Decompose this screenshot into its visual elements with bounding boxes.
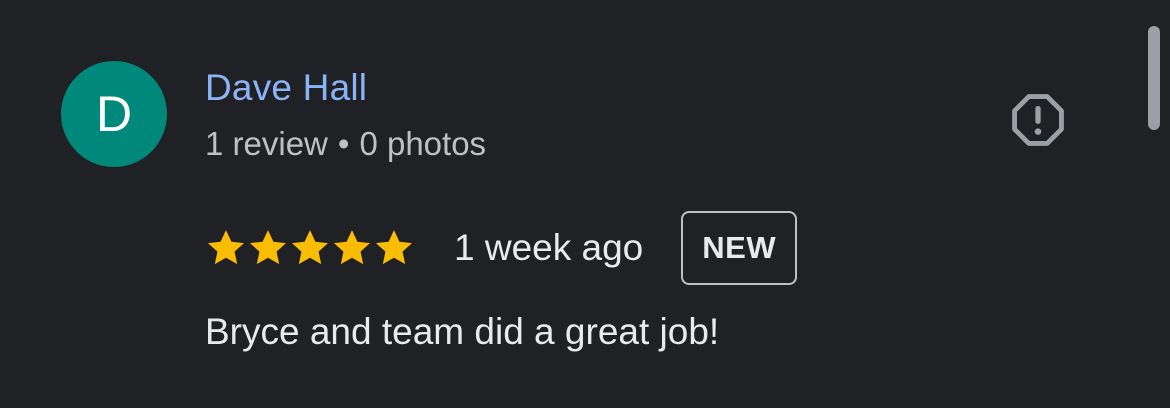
report-octagon-icon	[1012, 94, 1064, 146]
review-time: 1 week ago	[454, 227, 644, 268]
review-text: Bryce and team did a great job!	[205, 311, 720, 352]
star-rating	[205, 227, 415, 269]
avatar-letter: D	[95, 86, 133, 142]
report-button[interactable]	[1006, 88, 1070, 152]
meta-separator: •	[337, 125, 350, 162]
star-icon	[291, 230, 329, 265]
star-icon	[249, 230, 287, 265]
photo-count: 0 photos	[359, 125, 487, 162]
rating-row: 1 week ago NEW	[205, 211, 798, 285]
reviewer-meta: 1 review • 0 photos	[205, 122, 486, 166]
avatar[interactable]: D	[61, 61, 167, 167]
star-icon	[333, 230, 371, 265]
star-icon	[375, 230, 413, 265]
new-badge: NEW	[681, 211, 798, 285]
review-card: D Dave Hall 1 review • 0 photos 1 week ago…	[0, 0, 1170, 408]
scrollbar-thumb[interactable]	[1148, 26, 1160, 130]
star-icon	[207, 230, 245, 265]
review-count: 1 review	[205, 125, 328, 162]
reviewer-name-link[interactable]: Dave Hall	[205, 66, 367, 110]
